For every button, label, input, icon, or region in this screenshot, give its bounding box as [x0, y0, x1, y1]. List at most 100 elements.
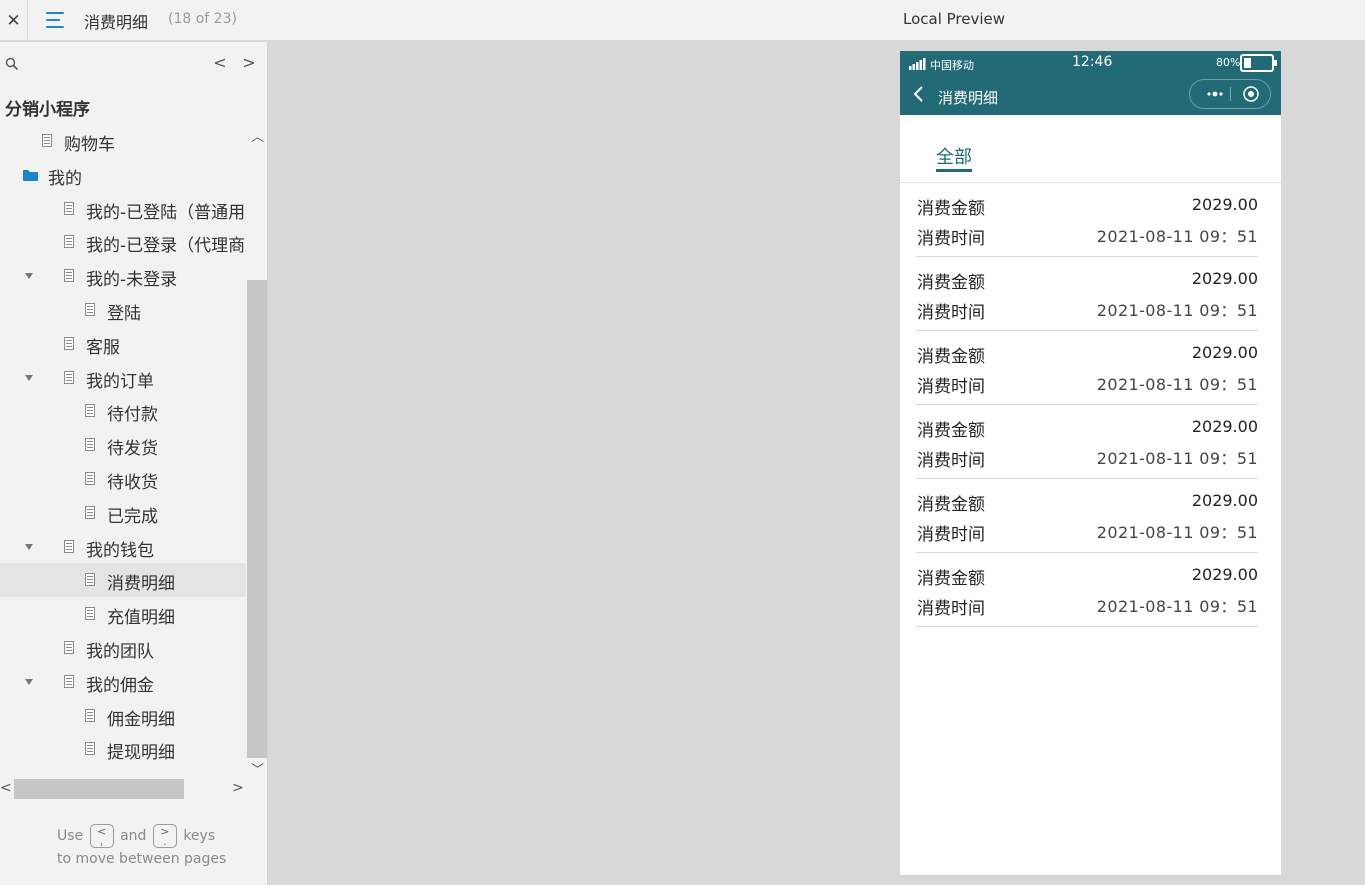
page-icon	[64, 539, 74, 553]
amount-label: 消费金额	[917, 273, 985, 293]
scroll-down-icon[interactable]: ﹀	[251, 759, 264, 778]
top-bar: ✕ 消费明细 (18 of 23) Local Preview	[0, 0, 1365, 41]
phone-page-title: 消费明细	[938, 89, 999, 107]
time-value: 2021-08-11 09：51	[1096, 227, 1258, 246]
expand-toggle-icon[interactable]	[25, 273, 33, 280]
record-item: 消费金额 2029.00 消费时间 2021-08-11 09：51	[916, 479, 1258, 553]
more-dots-icon[interactable]	[1200, 80, 1230, 108]
close-icon: ✕	[6, 10, 21, 31]
page-tree: 购物车我的 我的-已登陆（普通用户 我的-已登录（代理商用 我的-未登录登陆客服我的订…	[0, 124, 246, 778]
tree-item-label: 提现明细	[107, 743, 175, 764]
amount-value: 2029.00	[1191, 195, 1258, 214]
tree-item[interactable]: 充值明细	[0, 597, 246, 631]
tree-item[interactable]: 待付款	[0, 394, 246, 428]
page-icon	[85, 472, 95, 485]
amount-value: 2029.00	[1191, 343, 1258, 362]
tree-item-label: 客服	[86, 337, 120, 358]
prev-page-button[interactable]: <	[212, 53, 228, 72]
expand-toggle-icon[interactable]	[25, 543, 33, 550]
page-icon	[85, 607, 95, 621]
page-icon	[85, 708, 95, 722]
time-label: 消费时间	[917, 377, 985, 397]
capsule-menu	[1189, 79, 1271, 109]
project-title: 分销小程序	[5, 100, 90, 120]
vertical-scroll-thumb[interactable]	[247, 280, 267, 758]
hamburger-icon[interactable]	[44, 9, 68, 31]
tree-item[interactable]: 我的	[0, 158, 246, 192]
amount-value: 2029.00	[1191, 269, 1258, 288]
tree-item[interactable]: 我的订单	[0, 361, 246, 395]
tree-item[interactable]: 已完成	[0, 496, 246, 530]
tree-item-label: 我的团队	[86, 642, 154, 662]
search-icon[interactable]	[5, 57, 19, 71]
record-item: 消费金额 2029.00 消费时间 2021-08-11 09：51	[916, 331, 1258, 405]
amount-label: 消费金额	[917, 495, 985, 515]
tree-item[interactable]: 我的-未登录	[0, 259, 246, 293]
sidebar: < > 分销小程序 购物车我的 我的-已登陆（普通用户 我的-已登录（代理商用 我的-…	[0, 42, 268, 885]
tree-item[interactable]: 登陆	[0, 293, 246, 327]
tree-item[interactable]: 我的团队	[0, 631, 246, 665]
scroll-right-icon[interactable]: >	[232, 780, 244, 796]
tree-item[interactable]: 购物车	[0, 124, 246, 158]
amount-label: 消费金额	[917, 347, 985, 367]
prev-key-icon: <,	[89, 824, 114, 848]
horizontal-scroll-thumb[interactable]	[14, 779, 184, 799]
time-value: 2021-08-11 09：51	[1096, 301, 1258, 320]
tree-item-label: 我的佣金	[86, 675, 154, 696]
page-icon	[64, 336, 74, 350]
page-icon	[85, 505, 95, 519]
folder-icon	[23, 169, 38, 181]
tree-item[interactable]: 待发货	[0, 428, 246, 462]
tree-item-label: 佣金明细	[107, 709, 175, 730]
target-circle-icon[interactable]	[1236, 80, 1266, 108]
battery-icon	[1240, 54, 1277, 72]
hint-use: Use	[57, 828, 84, 844]
tree-item[interactable]: 待收货	[0, 462, 246, 496]
record-item: 消费金额 2029.00 消费时间 2021-08-11 09：51	[916, 183, 1258, 257]
time-label: 消费时间	[917, 229, 985, 249]
next-page-button[interactable]: >	[241, 53, 257, 72]
tree-item[interactable]: 我的佣金	[0, 665, 246, 699]
expand-toggle-icon[interactable]	[25, 374, 33, 381]
next-key-icon: >.	[152, 824, 177, 848]
page-icon	[42, 134, 52, 147]
scroll-up-icon[interactable]: ︿	[251, 126, 264, 145]
time-label: 消费时间	[917, 303, 985, 323]
close-button[interactable]: ✕	[0, 0, 28, 41]
tree-item-label: 购物车	[64, 135, 115, 155]
tree-item-label: 我的	[48, 168, 82, 189]
tree-item[interactable]: 我的-已登录（代理商用	[0, 225, 246, 259]
tree-item-label: 登陆	[107, 304, 141, 324]
tree-item[interactable]: 提现明细	[0, 732, 246, 766]
tab-all[interactable]: 全部	[936, 143, 972, 169]
page-icon	[85, 438, 95, 452]
page-icon	[64, 269, 74, 283]
amount-label: 消费金额	[917, 199, 985, 219]
time-value: 2021-08-11 09：51	[1096, 523, 1258, 542]
time-value: 2021-08-11 09：51	[1096, 375, 1258, 394]
time-label: 消费时间	[917, 599, 985, 619]
tree-item-label: 消费明细	[107, 574, 175, 595]
amount-label: 消费金额	[917, 421, 985, 441]
tree-item[interactable]: 消费明细	[0, 563, 246, 598]
page-icon	[64, 370, 74, 384]
tree-item-label: 我的-未登录	[86, 270, 178, 291]
tree-item-label: 我的-已登录（代理商用	[86, 236, 246, 257]
time-value: 2021-08-11 09：51	[1096, 449, 1258, 468]
expand-toggle-icon[interactable]	[25, 678, 33, 685]
phone-header: 中国移动 12:46 80% 消费明细	[900, 51, 1281, 115]
scroll-left-icon[interactable]: <	[0, 780, 12, 796]
page-icon	[64, 235, 74, 249]
tree-item-label: 待付款	[107, 405, 158, 426]
capsule-separator	[1230, 87, 1231, 101]
tree-item-label: 待收货	[107, 473, 158, 493]
tab-active-indicator	[936, 169, 972, 172]
tree-item[interactable]: 我的-已登陆（普通用户	[0, 192, 246, 226]
tree-item[interactable]: 佣金明细	[0, 699, 246, 733]
time-label: 消费时间	[917, 525, 985, 545]
tree-item-label: 我的-已登陆（普通用户	[86, 202, 246, 223]
tree-item[interactable]: 客服	[0, 327, 246, 361]
tree-item[interactable]: 我的钱包	[0, 530, 246, 564]
page-icon	[85, 404, 95, 418]
chevron-left-icon[interactable]	[912, 85, 926, 103]
